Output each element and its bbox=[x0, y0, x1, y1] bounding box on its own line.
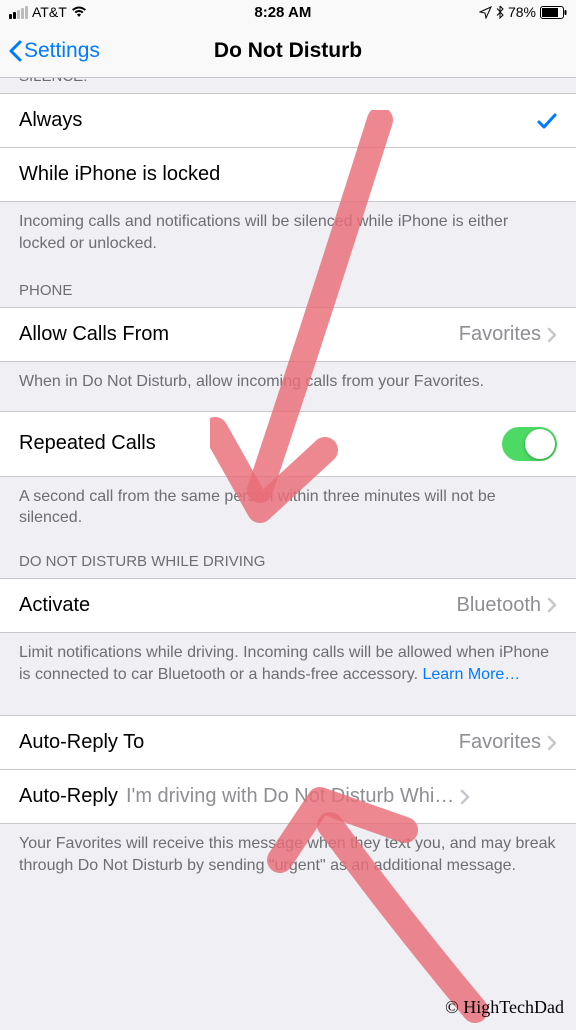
allow-calls-value: Favorites bbox=[459, 323, 541, 346]
allow-calls-row[interactable]: Allow Calls From Favorites bbox=[0, 307, 576, 362]
toggle-knob bbox=[525, 429, 555, 459]
status-time: 8:28 AM bbox=[254, 4, 311, 21]
status-left: AT&T bbox=[9, 4, 87, 20]
carrier-name: AT&T bbox=[32, 4, 67, 20]
silence-always-row[interactable]: Always bbox=[0, 93, 576, 147]
repeated-calls-row[interactable]: Repeated Calls bbox=[0, 411, 576, 477]
activate-value: Bluetooth bbox=[456, 594, 541, 617]
allow-calls-label: Allow Calls From bbox=[19, 323, 169, 346]
activate-footer: Limit notifications while driving. Incom… bbox=[0, 633, 576, 703]
back-label: Settings bbox=[24, 39, 100, 63]
location-icon bbox=[479, 6, 492, 19]
bluetooth-icon bbox=[496, 5, 504, 19]
phone-header: PHONE bbox=[0, 272, 576, 307]
back-button[interactable]: Settings bbox=[8, 39, 100, 63]
checkmark-icon bbox=[537, 112, 557, 130]
status-bar: AT&T 8:28 AM 78% bbox=[0, 0, 576, 24]
status-right: 78% bbox=[479, 4, 567, 20]
activate-row[interactable]: Activate Bluetooth bbox=[0, 578, 576, 633]
auto-reply-to-value: Favorites bbox=[459, 731, 541, 754]
chevron-left-icon bbox=[8, 39, 24, 63]
repeated-calls-label: Repeated Calls bbox=[19, 432, 156, 455]
nav-bar: Settings Do Not Disturb bbox=[0, 24, 576, 78]
auto-reply-to-label: Auto-Reply To bbox=[19, 731, 144, 754]
chevron-right-icon bbox=[547, 597, 557, 613]
learn-more-link[interactable]: Learn More… bbox=[422, 666, 520, 683]
battery-icon bbox=[540, 6, 567, 19]
silence-locked-row[interactable]: While iPhone is locked bbox=[0, 147, 576, 202]
copyright-watermark: © HighTechDad bbox=[445, 997, 564, 1018]
auto-reply-to-row[interactable]: Auto-Reply To Favorites bbox=[0, 715, 576, 769]
chevron-right-icon bbox=[547, 735, 557, 751]
silence-footer: Incoming calls and notifications will be… bbox=[0, 202, 576, 272]
chevron-right-icon bbox=[547, 327, 557, 343]
silence-always-label: Always bbox=[19, 109, 82, 132]
driving-header: DO NOT DISTURB WHILE DRIVING bbox=[0, 547, 576, 578]
auto-reply-row[interactable]: Auto-Reply I'm driving with Do Not Distu… bbox=[0, 769, 576, 824]
auto-reply-label: Auto-Reply bbox=[19, 785, 118, 808]
wifi-icon bbox=[71, 6, 87, 18]
auto-reply-value: I'm driving with Do Not Disturb Whi… bbox=[126, 785, 454, 808]
repeated-calls-toggle[interactable] bbox=[502, 427, 557, 461]
battery-percent: 78% bbox=[508, 4, 536, 20]
activate-label: Activate bbox=[19, 594, 90, 617]
settings-content: SILENCE: Always While iPhone is locked I… bbox=[0, 68, 576, 894]
auto-reply-footer: Your Favorites will receive this message… bbox=[0, 824, 576, 894]
allow-calls-footer: When in Do Not Disturb, allow incoming c… bbox=[0, 362, 576, 411]
silence-locked-label: While iPhone is locked bbox=[19, 163, 220, 186]
chevron-right-icon bbox=[460, 789, 470, 805]
signal-strength-icon bbox=[9, 6, 28, 19]
repeated-calls-footer: A second call from the same person withi… bbox=[0, 477, 576, 547]
